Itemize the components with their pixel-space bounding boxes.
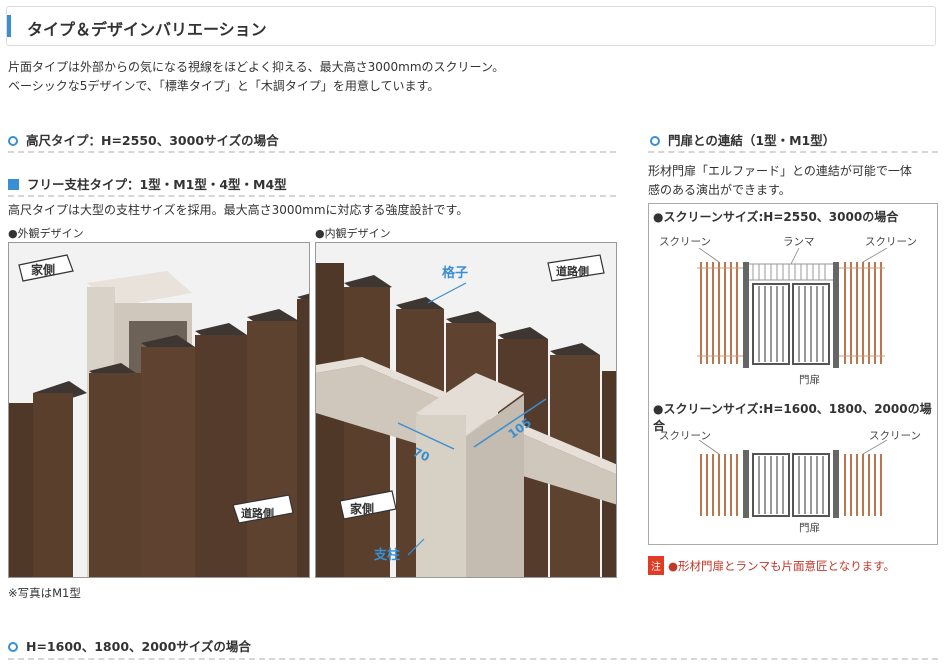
- ring-bullet-icon: [650, 136, 660, 146]
- section-heading-gate-label: 門扉との連結（1型・M1型）: [668, 133, 836, 148]
- intro-line-1: 片面タイプは外部からの気になる視線をほどよく抑える、最大高さ3000mmのスクリ…: [8, 60, 505, 74]
- interior-design-photo: 70 105 格子 道路側 家側 支柱: [315, 242, 617, 578]
- svg-text:家側: 家側: [31, 262, 55, 277]
- interior-illustration: 70 105 格子 道路側 家側 支柱: [316, 243, 616, 577]
- divider: [8, 658, 938, 660]
- section-heading-tall-label: 高尺タイプ：H=2550、3000サイズの場合: [26, 133, 279, 148]
- diagram1-screen-right-label: スクリーン: [865, 236, 917, 248]
- diagram1-gate-label: 門扉: [799, 374, 820, 386]
- gate-connection-diagram: ●スクリーンサイズ:H=2550、3000の場合 スクリーン ランマ スクリーン…: [648, 203, 938, 545]
- title-accent: [7, 15, 11, 37]
- svg-text:格子: 格子: [442, 265, 468, 281]
- subheading-label: フリー支柱タイプ：1型・M1型・4型・M4型: [27, 177, 287, 192]
- diagram1-ramma-label: ランマ: [783, 236, 815, 248]
- ring-bullet-icon: [8, 642, 18, 652]
- page-title: タイプ＆デザインバリエーション: [27, 20, 267, 39]
- section-heading-gate: 門扉との連結（1型・M1型）: [650, 130, 835, 149]
- svg-text:支柱: 支柱: [373, 547, 400, 563]
- gate-description-line-2: 感のある演出ができます。: [648, 183, 791, 197]
- divider: [648, 151, 938, 153]
- note-text: ●形材門扉とランマも片面意匠となります。: [668, 559, 896, 573]
- photo-note: ※写真はM1型: [8, 586, 81, 600]
- divider: [8, 151, 616, 153]
- subheading-free-post: フリー支柱タイプ：1型・M1型・4型・M4型: [8, 174, 287, 193]
- intro-text: 片面タイプは外部からの気になる視線をほどよく抑える、最大高さ3000mmのスクリ…: [8, 58, 504, 96]
- svg-text:家側: 家側: [350, 501, 374, 516]
- gate-note: 注 ●形材門扉とランマも片面意匠となります。: [648, 556, 895, 575]
- diagram1-screen-left-label: スクリーン: [659, 236, 711, 248]
- diagram1-title: ●スクリーンサイズ:H=2550、3000の場合: [653, 210, 899, 224]
- diagram1-drawing: [697, 248, 888, 368]
- section-heading-short: H=1600、1800、2000サイズの場合: [8, 636, 251, 655]
- gate-description-line-1: 形材門扉「エルファード」との連結が可能で一体: [648, 164, 912, 178]
- page-title-bar: タイプ＆デザインバリエーション: [6, 6, 936, 46]
- divider: [8, 195, 616, 197]
- svg-text:道路側: 道路側: [241, 506, 274, 520]
- diagram2-drawing: [698, 440, 888, 518]
- section-heading-short-label: H=1600、1800、2000サイズの場合: [26, 639, 251, 654]
- ring-bullet-icon: [8, 136, 18, 146]
- photo-interior-label: ●内観デザイン: [315, 227, 391, 240]
- exterior-illustration: 家側 道路側: [9, 243, 309, 577]
- section-heading-tall: 高尺タイプ：H=2550、3000サイズの場合: [8, 130, 279, 149]
- tall-description: 高尺タイプは大型の支柱サイズを採用。最大高さ3000mmに対応する強度設計です。: [8, 203, 469, 217]
- svg-text:道路側: 道路側: [556, 264, 589, 278]
- gate-description: 形材門扉「エルファード」との連結が可能で一体 感のある演出ができます。: [648, 162, 912, 200]
- exterior-design-photo: 家側 道路側: [8, 242, 310, 578]
- intro-line-2: ベーシックな5デザインで、「標準タイプ」と「木調タイプ」を用意しています。: [8, 79, 440, 93]
- photo-exterior-label: ●外観デザイン: [8, 227, 84, 240]
- square-bullet-icon: [8, 179, 19, 190]
- diagram2-gate-label: 門扉: [799, 522, 820, 534]
- note-badge: 注: [648, 556, 664, 575]
